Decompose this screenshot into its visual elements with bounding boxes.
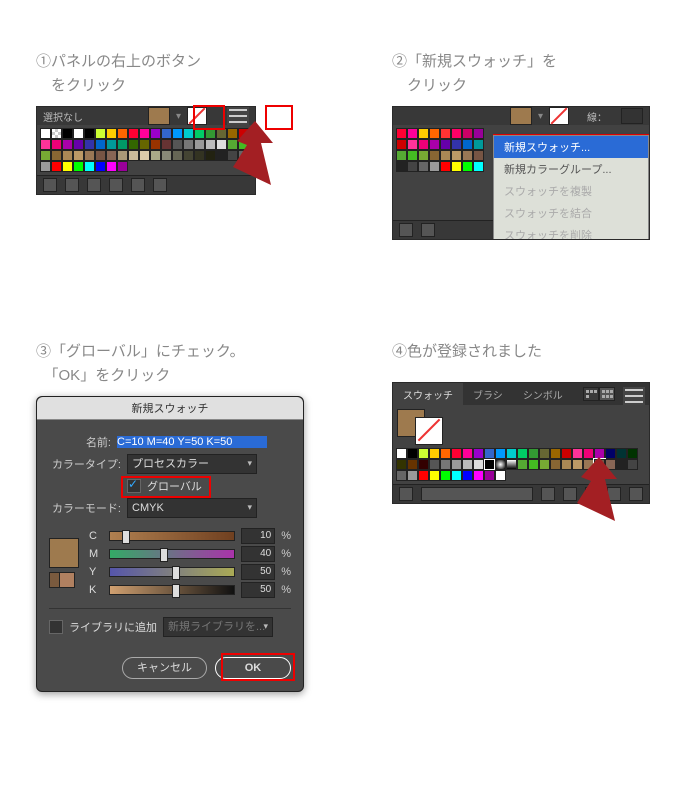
cancel-button[interactable]: キャンセル xyxy=(122,657,207,679)
trash-icon[interactable] xyxy=(153,178,167,192)
library-icon[interactable] xyxy=(399,223,413,237)
name-label: 名前: xyxy=(49,434,111,450)
c-slider[interactable] xyxy=(109,531,235,541)
library-icon[interactable] xyxy=(43,178,57,192)
swatch-options-icon[interactable] xyxy=(87,178,101,192)
m-slider[interactable] xyxy=(109,549,235,559)
step-3-num: ③ xyxy=(36,343,51,360)
menu-duplicate-swatch: スウォッチを複製 xyxy=(494,180,648,202)
y-slider[interactable] xyxy=(109,567,235,577)
step-4-caption: ④色が登録されました xyxy=(392,340,672,364)
swatches-panel-1: 選択なし ▾ xyxy=(36,106,256,195)
panel-menu-dropdown: 新規スウォッチ... 新規カラーグループ... スウォッチを複製 スウォッチを結… xyxy=(493,135,649,240)
step-2-caption: ②「新規スウォッチ」を クリック xyxy=(392,50,672,98)
panel-4-menu-button[interactable] xyxy=(623,387,645,405)
addlib-checkbox[interactable] xyxy=(49,620,63,634)
step-1: ①パネルの右上のボタン をクリック 選択なし ▾ xyxy=(36,50,286,195)
y-value[interactable]: 50 xyxy=(241,564,275,580)
step-4-line1: 色が登録されました xyxy=(407,343,542,360)
step-3-line1: 「グローバル」にチェック。 xyxy=(51,343,245,360)
addlib-select[interactable]: 新規ライブラリを... xyxy=(163,617,273,637)
panel-4-tabs: スウォッチ ブラシ シンボル xyxy=(393,383,649,405)
step-1-caption: ①パネルの右上のボタン をクリック xyxy=(36,50,286,98)
step-2-num: ② xyxy=(392,53,407,70)
swatch-grid-2[interactable] xyxy=(393,125,495,175)
show-kind-icon[interactable] xyxy=(421,223,435,237)
menu-new-swatch[interactable]: 新規スウォッチ... xyxy=(494,136,648,158)
tab-brushes[interactable]: ブラシ xyxy=(463,383,513,405)
dialog-title: 新規スウォッチ xyxy=(37,397,303,420)
c-value[interactable]: 10 xyxy=(241,528,275,544)
callout-arrow-1 xyxy=(225,121,275,191)
stroke-label: 線： xyxy=(587,109,607,124)
c-label: C xyxy=(89,530,103,542)
k-value[interactable]: 50 xyxy=(241,582,275,598)
swatches-panel-2: ▾ 線： 新規スウォッチ... 新規カラーグループ... スウォッチを複製 スウ… xyxy=(392,106,650,240)
library-icon[interactable] xyxy=(399,487,413,501)
step-3-line2: 「OK」をクリック xyxy=(51,367,170,384)
k-slider[interactable] xyxy=(109,585,235,595)
fill-swatch[interactable] xyxy=(148,107,170,125)
tab-symbols[interactable]: シンボル xyxy=(513,383,573,405)
k-label: K xyxy=(89,584,103,596)
callout-arrow-4 xyxy=(569,457,619,527)
preview-swatch xyxy=(49,538,79,568)
m-label: M xyxy=(89,548,103,560)
new-group-icon[interactable] xyxy=(109,178,123,192)
view-grid-icon[interactable] xyxy=(599,387,615,401)
new-swatch-icon[interactable] xyxy=(131,178,145,192)
menu-delete-swatch: スウォッチを削除 xyxy=(494,224,648,240)
panel-1-bottom-toolbar xyxy=(37,175,255,194)
colortype-label: カラータイプ: xyxy=(49,456,121,472)
swatches-panel-4: スウォッチ ブラシ シンボル xyxy=(392,382,650,504)
panel-2-topbar: ▾ 線： xyxy=(393,107,649,125)
step-3-caption: ③「グローバル」にチェック。 「OK」をクリック xyxy=(36,340,336,388)
stroke-swatch-none[interactable] xyxy=(187,107,207,125)
fill-stroke-preview xyxy=(393,405,649,445)
colormode-label: カラーモード: xyxy=(49,500,121,516)
m-pct: % xyxy=(281,548,291,560)
name-field[interactable]: C=10 M=40 Y=50 K=50 xyxy=(117,436,267,448)
trash-icon[interactable] xyxy=(629,487,643,501)
show-kind-icon[interactable] xyxy=(541,487,555,501)
step-4-num: ④ xyxy=(392,343,407,360)
m-value[interactable]: 40 xyxy=(241,546,275,562)
step-3: ③「グローバル」にチェック。 「OK」をクリック 新規スウォッチ 名前: C=1… xyxy=(36,340,336,692)
step-2-line2: クリック xyxy=(407,77,467,94)
stroke-preview-none[interactable] xyxy=(415,417,443,445)
tab-swatches[interactable]: スウォッチ xyxy=(393,383,463,405)
global-label: グローバル xyxy=(147,478,202,494)
c-pct: % xyxy=(281,530,291,542)
step-2-line1: 「新規スウォッチ」を xyxy=(407,53,557,70)
stroke-swatch-none-2[interactable] xyxy=(549,107,569,125)
panel-1-topbar: 選択なし ▾ xyxy=(37,107,255,125)
colormode-select[interactable]: CMYK xyxy=(127,498,257,518)
y-pct: % xyxy=(281,566,291,578)
menu-merge-swatch: スウォッチを結合 xyxy=(494,202,648,224)
step-2: ②「新規スウォッチ」を クリック ▾ 線： 新規スウォッチ.. xyxy=(392,50,672,240)
show-kind-icon[interactable] xyxy=(65,178,79,192)
swatch-grid-1[interactable] xyxy=(37,125,255,175)
y-label: Y xyxy=(89,566,103,578)
colortype-select[interactable]: プロセスカラー xyxy=(127,454,257,474)
addlib-label: ライブラリに追加 xyxy=(69,619,157,635)
view-small-icon[interactable] xyxy=(583,387,599,401)
step-1-line2: をクリック xyxy=(51,77,126,94)
compare-swatch xyxy=(49,572,83,588)
selection-label: 選択なし xyxy=(43,109,83,124)
k-pct: % xyxy=(281,584,291,596)
step-1-line1: パネルの右上のボタン xyxy=(51,53,201,70)
ok-button[interactable]: OK xyxy=(215,657,291,679)
global-checkbox[interactable] xyxy=(127,479,141,493)
step-1-num: ① xyxy=(36,53,51,70)
menu-new-color-group[interactable]: 新規カラーグループ... xyxy=(494,158,648,180)
step-4: ④色が登録されました スウォッチ ブラシ シンボル xyxy=(392,340,672,504)
fill-swatch-2[interactable] xyxy=(510,107,532,125)
new-swatch-dialog: 新規スウォッチ 名前: C=10 M=40 Y=50 K=50 カラータイプ: … xyxy=(36,396,304,692)
